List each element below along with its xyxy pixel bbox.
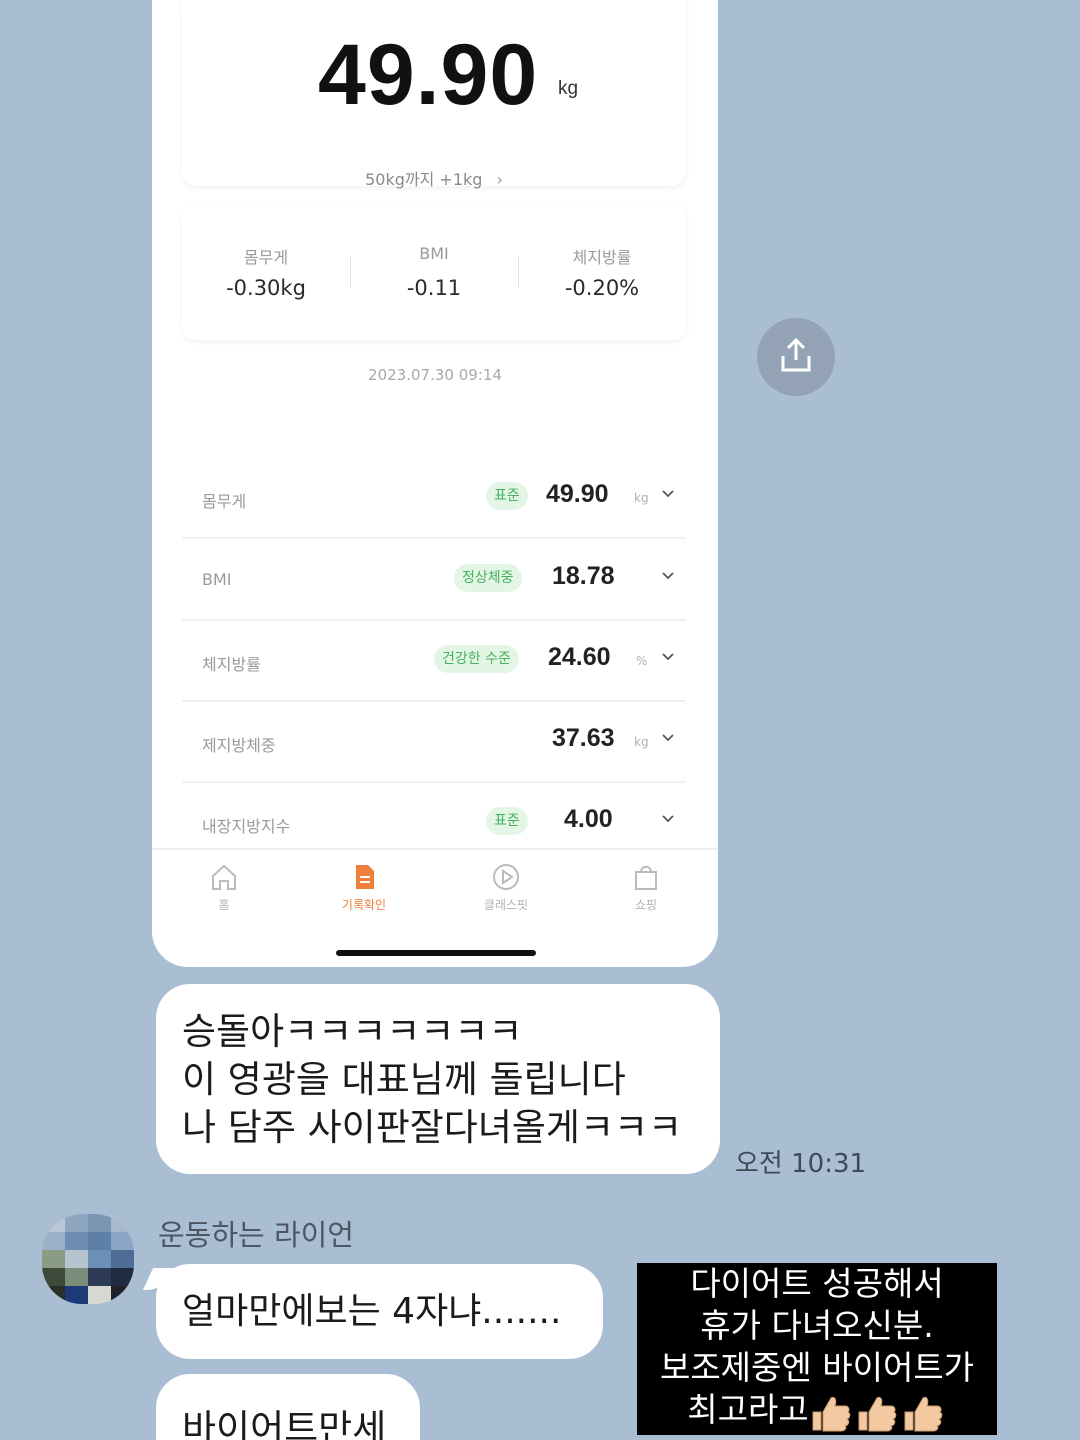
sender-name[interactable]: 운동하는 라이언 [158,1212,354,1254]
metric-label: 제지방체중 [202,736,276,755]
share-icon [781,337,811,372]
metric-value: 4.00 [564,805,613,833]
caption-last-line: 최고라고 [637,1389,997,1432]
weight-value: 49.90 [318,27,539,123]
metric-row-body-fat[interactable]: 체지방률 건강한 수준 24.60 % [182,621,686,702]
play-icon [493,864,519,890]
metric-label: BMI [202,570,232,589]
caption-line: 다이어트 성공해서 [690,1264,944,1303]
metric-label: 몸무게 [202,492,247,511]
status-badge: 정상체중 [454,564,522,592]
thumbs-up-icon [812,1396,943,1431]
tab-classfit[interactable]: 클래스핏 [456,862,556,913]
status-badge: 건강한 수준 [434,645,519,673]
message-line: 승돌아ㅋㅋㅋㅋㅋㅋㅋ [182,1010,523,1053]
tab-label: 홈 [218,898,230,912]
metric-label: 체지방률 [202,655,261,674]
delta-label: BMI [419,244,449,263]
metric-value: 24.60 [548,643,611,671]
delta-label: 몸무게 [243,248,289,267]
tab-shopping[interactable]: 쇼핑 [596,862,696,913]
delta-body-fat: 체지방률 -0.20% [518,204,686,340]
received-message-bubble[interactable]: 얼마만에보는 4자냐....... [156,1264,603,1359]
caption-line: 휴가 다녀오신분. [700,1306,934,1345]
sent-message-bubble[interactable]: 승돌아ㅋㅋㅋㅋㅋㅋㅋ 이 영광을 대표님께 돌립니다 나 담주 사이판잘다녀올게… [156,984,720,1174]
status-badge: 표준 [486,807,528,835]
tab-label: 클래스핏 [483,898,529,912]
chevron-down-icon[interactable] [662,651,674,663]
caption-line: 보조제중엔 바이어트가 [659,1348,975,1387]
metric-value: 49.90 [546,480,609,508]
weight-unit: kg [558,78,579,99]
goal-link[interactable]: 50kg까지 +1kg › [182,166,686,190]
share-button[interactable] [757,318,835,396]
metric-value: 37.63 [552,724,615,752]
chevron-down-icon[interactable] [662,488,674,500]
chevron-down-icon[interactable] [662,732,674,744]
home-icon [212,864,236,890]
weight-card: 49.90 kg 50kg까지 +1kg › [182,0,686,189]
tab-records[interactable]: 기록확인 [314,862,414,913]
caption-overlay: 다이어트 성공해서 휴가 다녀오신분. 보조제중엔 바이어트가 최고라고 [637,1263,997,1435]
metric-unit: kg [634,735,649,749]
chevron-right-icon: › [496,170,503,189]
tab-label: 기록확인 [341,898,387,912]
metric-value: 18.78 [552,562,615,590]
home-indicator [336,950,536,956]
delta-value: -0.20% [564,276,640,300]
goal-text: 50kg까지 +1kg [365,170,483,189]
document-icon [356,865,374,889]
avatar[interactable] [42,1214,134,1304]
delta-weight: 몸무게 -0.30kg [182,204,350,340]
delta-value: -0.11 [406,276,462,300]
caption-line: 최고라고 [687,1390,809,1429]
chevron-down-icon[interactable] [662,813,674,825]
metric-row-weight[interactable]: 몸무게 표준 49.90 kg [182,458,686,539]
message-time: 오전 10:31 [735,1149,867,1179]
metric-row-bmi[interactable]: BMI 정상체중 18.78 [182,540,686,621]
message-line: 나 담주 사이판잘다녀올게ㅋㅋㅋ [182,1106,683,1149]
status-badge: 표준 [486,482,528,510]
delta-label: 체지방률 [572,248,632,267]
delta-bmi: BMI -0.11 [350,204,518,340]
metric-unit: kg [634,491,649,505]
metric-unit: % [636,654,648,668]
metric-row-lean-mass[interactable]: 제지방체중 37.63 kg [182,702,686,783]
tab-home[interactable]: 홈 [174,862,274,913]
tab-label: 쇼핑 [634,898,658,912]
change-summary-card: 몸무게 -0.30kg BMI -0.11 체지방률 -0.20% [182,204,686,340]
shopping-bag-icon [635,865,657,890]
received-message-bubble[interactable]: 바이어트만세 [156,1374,420,1440]
chevron-down-icon[interactable] [662,570,674,582]
message-line: 이 영광을 대표님께 돌립니다 [182,1058,626,1101]
shared-screenshot[interactable]: 49.90 kg 50kg까지 +1kg › 몸무게 -0.30kg BMI -0… [152,0,718,967]
delta-value: -0.30kg [226,276,306,300]
metric-label: 내장지방지수 [202,817,291,836]
measurement-timestamp: 2023.07.30 09:14 [368,366,502,384]
